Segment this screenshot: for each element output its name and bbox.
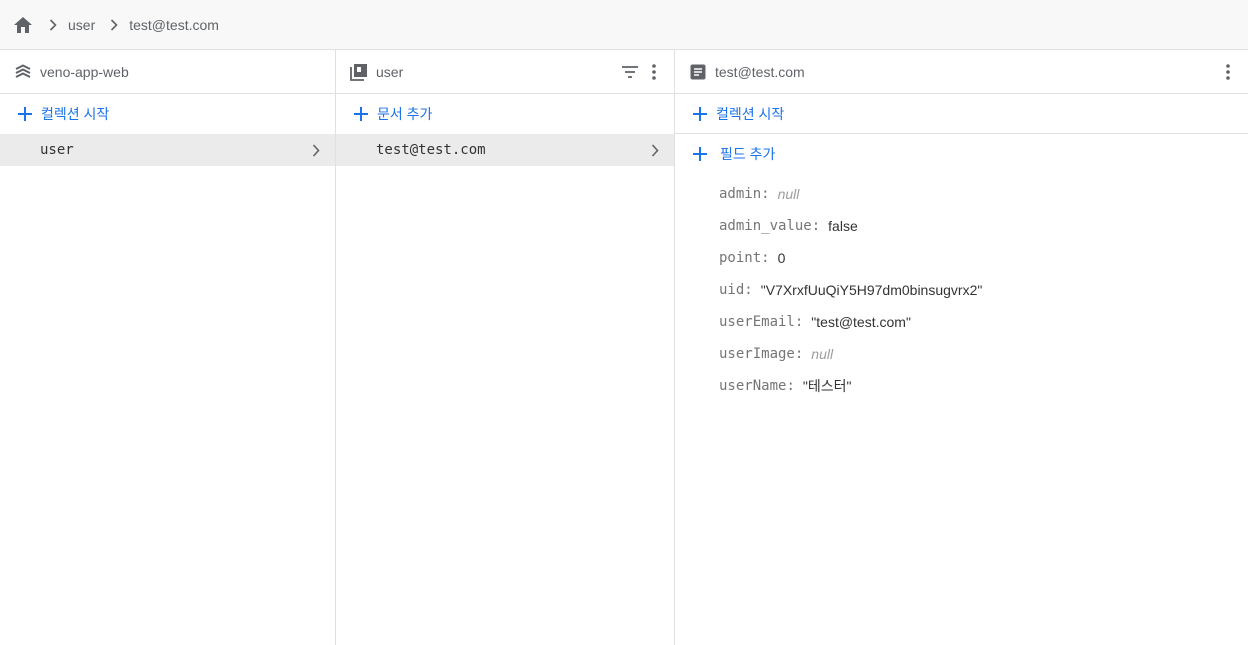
add-document-label: 문서 추가 bbox=[377, 106, 433, 122]
breadcrumb-item-user[interactable]: user bbox=[68, 17, 95, 33]
chevron-right-icon bbox=[309, 143, 323, 157]
field-key: userEmail bbox=[719, 314, 795, 330]
document-title: test@test.com bbox=[715, 63, 805, 80]
field-value: "테스터" bbox=[802, 378, 852, 394]
breadcrumb: user test@test.com bbox=[0, 0, 1248, 50]
more-vert-icon[interactable] bbox=[1216, 60, 1240, 84]
collection-panel-header: user bbox=[336, 50, 674, 94]
field-row[interactable]: admin_value: false bbox=[719, 210, 1248, 242]
field-row[interactable]: uid: "V7XrxfUuQiY5H97dm0binsugvrx2" bbox=[719, 274, 1248, 306]
firebase-stack-icon bbox=[14, 63, 32, 81]
plus-icon bbox=[691, 145, 709, 163]
plus-icon bbox=[691, 105, 709, 123]
chevron-right-icon bbox=[46, 18, 60, 32]
document-item-test[interactable]: test@test.com bbox=[336, 134, 674, 166]
home-icon[interactable] bbox=[12, 14, 34, 36]
field-value: null bbox=[811, 346, 834, 362]
collection-item-label: user bbox=[40, 142, 74, 158]
more-vert-icon[interactable] bbox=[642, 60, 666, 84]
field-row[interactable]: userImage: null bbox=[719, 338, 1248, 370]
field-row[interactable]: userName: "테스터" bbox=[719, 370, 1248, 402]
field-value: false bbox=[828, 218, 858, 234]
collection-panel: user 문서 추가 test@test.com bbox=[336, 50, 675, 645]
project-panel: veno-app-web 컬렉션 시작 user bbox=[0, 50, 336, 645]
data-viewer-panels: veno-app-web 컬렉션 시작 user user 문서 추가 test… bbox=[0, 50, 1248, 645]
field-value: "test@test.com" bbox=[811, 314, 911, 330]
field-row[interactable]: point: 0 bbox=[719, 242, 1248, 274]
start-subcollection-button[interactable]: 컬렉션 시작 bbox=[675, 94, 1248, 134]
start-collection-button[interactable]: 컬렉션 시작 bbox=[0, 94, 335, 134]
start-subcollection-label: 컬렉션 시작 bbox=[716, 105, 785, 122]
field-row[interactable]: userEmail: "test@test.com" bbox=[719, 306, 1248, 338]
field-list: admin: null admin_value: false point: 0 … bbox=[675, 174, 1248, 402]
breadcrumb-item-document[interactable]: test@test.com bbox=[129, 17, 219, 33]
document-panel: test@test.com 컬렉션 시작 필드 추가 admin: null a… bbox=[675, 50, 1248, 645]
start-collection-label: 컬렉션 시작 bbox=[41, 106, 110, 122]
project-panel-header: veno-app-web bbox=[0, 50, 335, 94]
add-document-button[interactable]: 문서 추가 bbox=[336, 94, 674, 134]
field-value: null bbox=[777, 186, 800, 202]
field-key: point bbox=[719, 250, 762, 266]
field-key: uid bbox=[719, 282, 745, 298]
chevron-right-icon bbox=[107, 18, 121, 32]
filter-icon[interactable] bbox=[618, 60, 642, 84]
document-icon bbox=[689, 63, 707, 81]
plus-icon bbox=[352, 105, 370, 123]
collection-item-user[interactable]: user bbox=[0, 134, 335, 166]
field-key: userImage bbox=[719, 346, 795, 362]
field-value: 0 bbox=[777, 250, 786, 266]
project-title: veno-app-web bbox=[40, 63, 129, 80]
add-field-label: 필드 추가 bbox=[720, 146, 776, 162]
plus-icon bbox=[16, 105, 34, 123]
document-item-label: test@test.com bbox=[376, 142, 486, 158]
field-key: userName bbox=[719, 378, 787, 394]
collection-icon bbox=[350, 63, 368, 81]
chevron-right-icon bbox=[648, 143, 662, 157]
field-key: admin_value bbox=[719, 218, 812, 234]
add-field-button[interactable]: 필드 추가 bbox=[675, 134, 1248, 174]
collection-title: user bbox=[376, 63, 404, 80]
document-panel-header: test@test.com bbox=[675, 50, 1248, 94]
field-key: admin bbox=[719, 186, 762, 202]
field-value: "V7XrxfUuQiY5H97dm0binsugvrx2" bbox=[760, 282, 983, 298]
field-row[interactable]: admin: null bbox=[719, 178, 1248, 210]
